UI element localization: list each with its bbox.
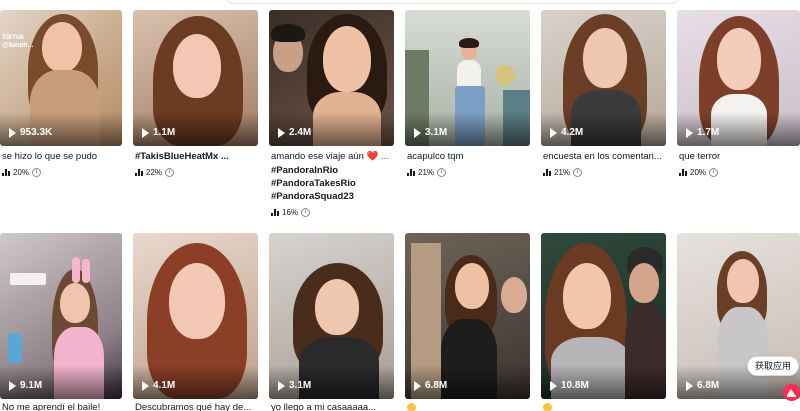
video-caption[interactable]: No me aprendí el baile!	[2, 403, 120, 411]
bar-chart-icon	[271, 209, 279, 216]
tiktok-watermark: TikTok @lunah...	[2, 34, 34, 49]
hashtag-list: #PandoraInRio #PandoraTakesRio #PandoraS…	[271, 164, 356, 203]
info-icon[interactable]: i	[32, 168, 42, 177]
video-caption[interactable]: acapulco tqm	[407, 150, 529, 163]
play-icon	[9, 380, 16, 391]
engagement-stat: 22% i	[135, 168, 175, 177]
video-card-10[interactable]: 6.8M	[405, 233, 530, 401]
video-card-4[interactable]: 3.1M acapulco tqm 21% i	[405, 10, 530, 180]
video-thumbnail[interactable]: 3.1M	[269, 233, 394, 399]
play-icon	[278, 380, 285, 391]
video-card-1[interactable]: TikTok @lunah... 953.3K se hizo lo que se…	[0, 10, 122, 180]
video-card-8[interactable]: 4.1M	[133, 233, 258, 401]
engagement-stat: 21% i	[407, 168, 447, 177]
view-count: 4.2M	[550, 127, 583, 138]
engagement-stat: 20% i	[2, 168, 42, 177]
video-caption[interactable]: #TakisBlueHeatMx ...	[135, 150, 257, 163]
video-caption[interactable]: yo llego a mi casaaaaa...	[271, 403, 391, 411]
info-icon[interactable]: i	[301, 208, 311, 217]
video-thumbnail[interactable]: 4.2M	[541, 10, 666, 146]
video-thumbnail[interactable]: 1.7M	[677, 10, 800, 146]
play-icon	[414, 127, 421, 138]
video-card-7[interactable]: 9.1M	[0, 233, 122, 401]
view-count: 1.7M	[686, 127, 719, 138]
play-icon	[9, 127, 16, 138]
view-count: 3.1M	[278, 380, 311, 391]
hashtag-link[interactable]: #PandoraInRio	[271, 164, 356, 177]
video-thumbnail[interactable]: 1.1M	[133, 10, 258, 146]
view-count: 953.3K	[9, 127, 52, 138]
info-icon[interactable]: i	[165, 168, 175, 177]
video-thumbnail[interactable]: 9.1M	[0, 233, 122, 399]
get-app-button[interactable]: 获取应用	[747, 356, 799, 376]
emoji-face-icon	[543, 403, 552, 411]
video-caption[interactable]: encuesta en los comentari...	[543, 150, 667, 163]
emoji-caption	[407, 403, 416, 411]
hashtag-link[interactable]: #PandoraSquad23	[271, 190, 356, 203]
info-icon[interactable]: i	[709, 168, 719, 177]
video-thumbnail[interactable]: 2.4M	[269, 10, 394, 146]
back-to-top-button[interactable]	[783, 384, 800, 401]
bar-chart-icon	[543, 169, 551, 176]
hashtag-link[interactable]: #PandoraTakesRio	[271, 177, 356, 190]
view-count: 6.8M	[414, 380, 447, 391]
bar-chart-icon	[135, 169, 143, 176]
view-count: 10.8M	[550, 380, 589, 391]
browser-top-edge	[0, 0, 800, 10]
video-card-5[interactable]: 4.2M encuesta en los comentari... 21% i	[541, 10, 666, 180]
play-icon	[550, 380, 557, 391]
video-thumbnail[interactable]: 10.8M	[541, 233, 666, 399]
play-icon	[686, 127, 693, 138]
view-count: 3.1M	[414, 127, 447, 138]
video-card-9[interactable]: 3.1M	[269, 233, 394, 401]
bar-chart-icon	[2, 169, 10, 176]
view-count: 2.4M	[278, 127, 311, 138]
view-count: 6.8M	[686, 380, 719, 391]
video-caption[interactable]: se hizo lo que se pudo	[2, 150, 122, 163]
engagement-stat: 16% i	[271, 208, 311, 217]
play-icon	[686, 380, 693, 391]
engagement-stat: 21% i	[543, 168, 583, 177]
info-icon[interactable]: i	[573, 168, 583, 177]
emoji-face-icon	[407, 403, 416, 411]
play-icon	[278, 127, 285, 138]
search-bar-edge[interactable]	[225, 0, 680, 4]
engagement-stat: 20% i	[679, 168, 719, 177]
view-count: 9.1M	[9, 380, 42, 391]
video-card-11[interactable]: 10.8M	[541, 233, 666, 401]
video-caption[interactable]: que terror	[679, 150, 799, 163]
video-caption[interactable]: amando ese viaje aún ❤️ ...	[271, 150, 395, 163]
emoji-caption	[543, 403, 552, 411]
view-count: 4.1M	[142, 380, 175, 391]
play-icon	[142, 380, 149, 391]
info-icon[interactable]: i	[437, 168, 447, 177]
video-card-2[interactable]: 1.1M #TakisBlueHeatMx ... 22% i	[133, 10, 258, 180]
video-card-6[interactable]: 1.7M que terror 20% i	[677, 10, 800, 180]
video-thumbnail[interactable]: 4.1M	[133, 233, 258, 399]
video-card-3[interactable]: 2.4M amando ese viaje aún ❤️ ... #Pandor…	[269, 10, 394, 220]
video-thumbnail[interactable]: TikTok @lunah... 953.3K	[0, 10, 122, 146]
play-icon	[550, 127, 557, 138]
video-thumbnail[interactable]: 3.1M	[405, 10, 530, 146]
video-thumbnail[interactable]: 6.8M	[405, 233, 530, 399]
video-caption[interactable]: Descubramos qué hay de...	[135, 403, 255, 411]
play-icon	[414, 380, 421, 391]
bar-chart-icon	[679, 169, 687, 176]
bar-chart-icon	[407, 169, 415, 176]
play-icon	[142, 127, 149, 138]
view-count: 1.1M	[142, 127, 175, 138]
